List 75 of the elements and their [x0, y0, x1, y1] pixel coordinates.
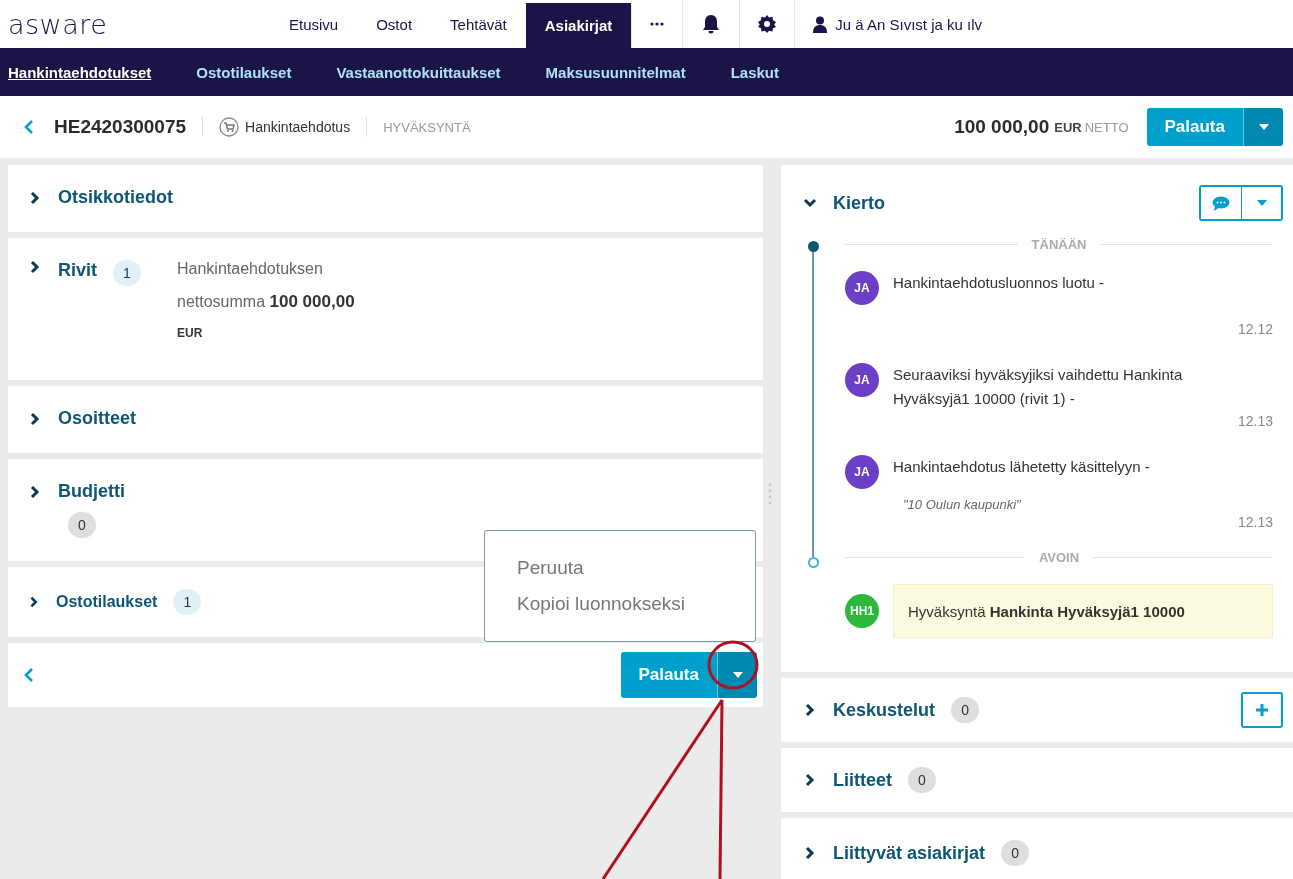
count-badge: 1 — [113, 260, 141, 286]
more-icon[interactable] — [650, 22, 665, 26]
count-badge: 0 — [68, 512, 96, 538]
logo: asware — [8, 7, 109, 42]
chevron-right-icon[interactable] — [28, 411, 42, 426]
timeline-label: TÄNÄÄN — [1031, 236, 1087, 252]
count-badge: 0 — [1001, 840, 1030, 866]
dropdown-button[interactable] — [1241, 187, 1281, 219]
section-title[interactable]: Otsikkotiedot — [58, 187, 173, 208]
avatar: HH1 — [845, 594, 879, 628]
section-title[interactable]: Budjetti — [58, 481, 125, 502]
timeline-label: AVOIN — [1038, 549, 1080, 565]
avatar: JA — [845, 455, 879, 489]
settings-icon[interactable] — [758, 15, 777, 33]
nav-tab[interactable]: Tehtävät — [431, 0, 526, 48]
document-id: HE2420300075 — [54, 116, 187, 138]
nav-tab[interactable]: Ostot — [357, 0, 432, 48]
document-type: Hankintaehdotus — [245, 119, 351, 135]
net-label: NETTO — [1084, 119, 1129, 135]
event-text: Hankintaehdotusluonnos luotu - — [893, 273, 1105, 293]
drag-handle-icon[interactable] — [767, 483, 773, 507]
chevron-right-icon[interactable] — [28, 190, 42, 205]
chevron-down-icon[interactable] — [803, 196, 817, 210]
caret-down-icon — [732, 672, 743, 678]
summary-label: Hankintaehdotuksen — [177, 260, 324, 278]
subnav-tab[interactable]: Hankintaehdotukset — [8, 63, 152, 81]
currency-label: EUR — [177, 326, 204, 340]
menu-item[interactable]: Kopioi luonnokseksi — [517, 593, 755, 615]
chevron-right-icon[interactable] — [28, 484, 42, 499]
chevron-right-icon[interactable] — [803, 703, 817, 717]
section-title[interactable]: Liitteet — [833, 769, 892, 791]
currency-label: EUR — [1054, 119, 1082, 135]
count-badge: 0 — [951, 697, 980, 723]
section-title[interactable]: Osoitteet — [58, 408, 136, 429]
count-badge: 0 — [908, 767, 936, 793]
subnav-tab[interactable]: Vastaanottokuittaukset — [336, 63, 501, 81]
section-title[interactable]: Liittyvät asiakirjat — [833, 842, 986, 864]
chevron-right-icon[interactable] — [803, 846, 817, 860]
pending-approval: Hyväksyntä Hankinta Hyväksyjä1 10000 — [893, 584, 1273, 638]
plus-icon — [1255, 703, 1269, 717]
user-icon[interactable] — [813, 15, 828, 33]
section-title[interactable]: Ostotilaukset — [56, 593, 158, 611]
section-title[interactable]: Keskustelut — [833, 699, 936, 721]
add-button[interactable] — [1241, 692, 1283, 728]
event-text: Seuraaviksi hyväksyjiksi vaihdettu Hankinta Hyväksyjä1 10000 (rivit 1) - — [893, 365, 1183, 409]
section-title[interactable]: Rivit — [58, 260, 97, 281]
event-time: 12.13 — [1236, 413, 1273, 431]
nav-tab[interactable]: Etusivu — [270, 0, 358, 48]
cart-icon — [219, 117, 240, 137]
net-amount: 100 000,00 — [954, 116, 1050, 138]
avatar: JA — [845, 363, 879, 397]
caret-down-icon — [1258, 124, 1269, 130]
bell-icon[interactable] — [701, 14, 722, 34]
event-time: 12.13 — [1236, 514, 1273, 532]
user-name[interactable]: Ju ä An Sıvıst ja ku ılv — [835, 15, 983, 33]
chevron-right-icon[interactable] — [28, 260, 42, 274]
event-time: 12.12 — [1236, 321, 1273, 339]
back-icon[interactable] — [24, 667, 34, 683]
event-text: Hankintaehdotus lähetetty käsittelyyn - — [893, 457, 1151, 477]
event-note: "10 Oulun kaupunki" — [903, 497, 1022, 512]
caret-down-icon — [1256, 200, 1267, 206]
summary-amount: nettosumma 100 000,00 — [177, 292, 355, 312]
back-icon[interactable] — [24, 119, 34, 135]
nav-tab[interactable]: Asiakirjat — [525, 3, 632, 48]
subnav-tab[interactable]: Laskut — [730, 63, 779, 81]
count-badge: 1 — [173, 589, 202, 615]
section-title[interactable]: Kierto — [833, 192, 885, 214]
comment-icon — [1212, 195, 1230, 211]
chevron-right-icon[interactable] — [28, 596, 40, 608]
subnav-tab[interactable]: Ostotilaukset — [196, 63, 292, 81]
document-status: HYVÄKSYNTÄ — [383, 119, 471, 135]
menu-item[interactable]: Peruuta — [517, 557, 755, 579]
avatar: JA — [845, 271, 879, 305]
chevron-right-icon[interactable] — [803, 773, 817, 787]
subnav-tab[interactable]: Maksusuunnitelmat — [545, 63, 686, 81]
